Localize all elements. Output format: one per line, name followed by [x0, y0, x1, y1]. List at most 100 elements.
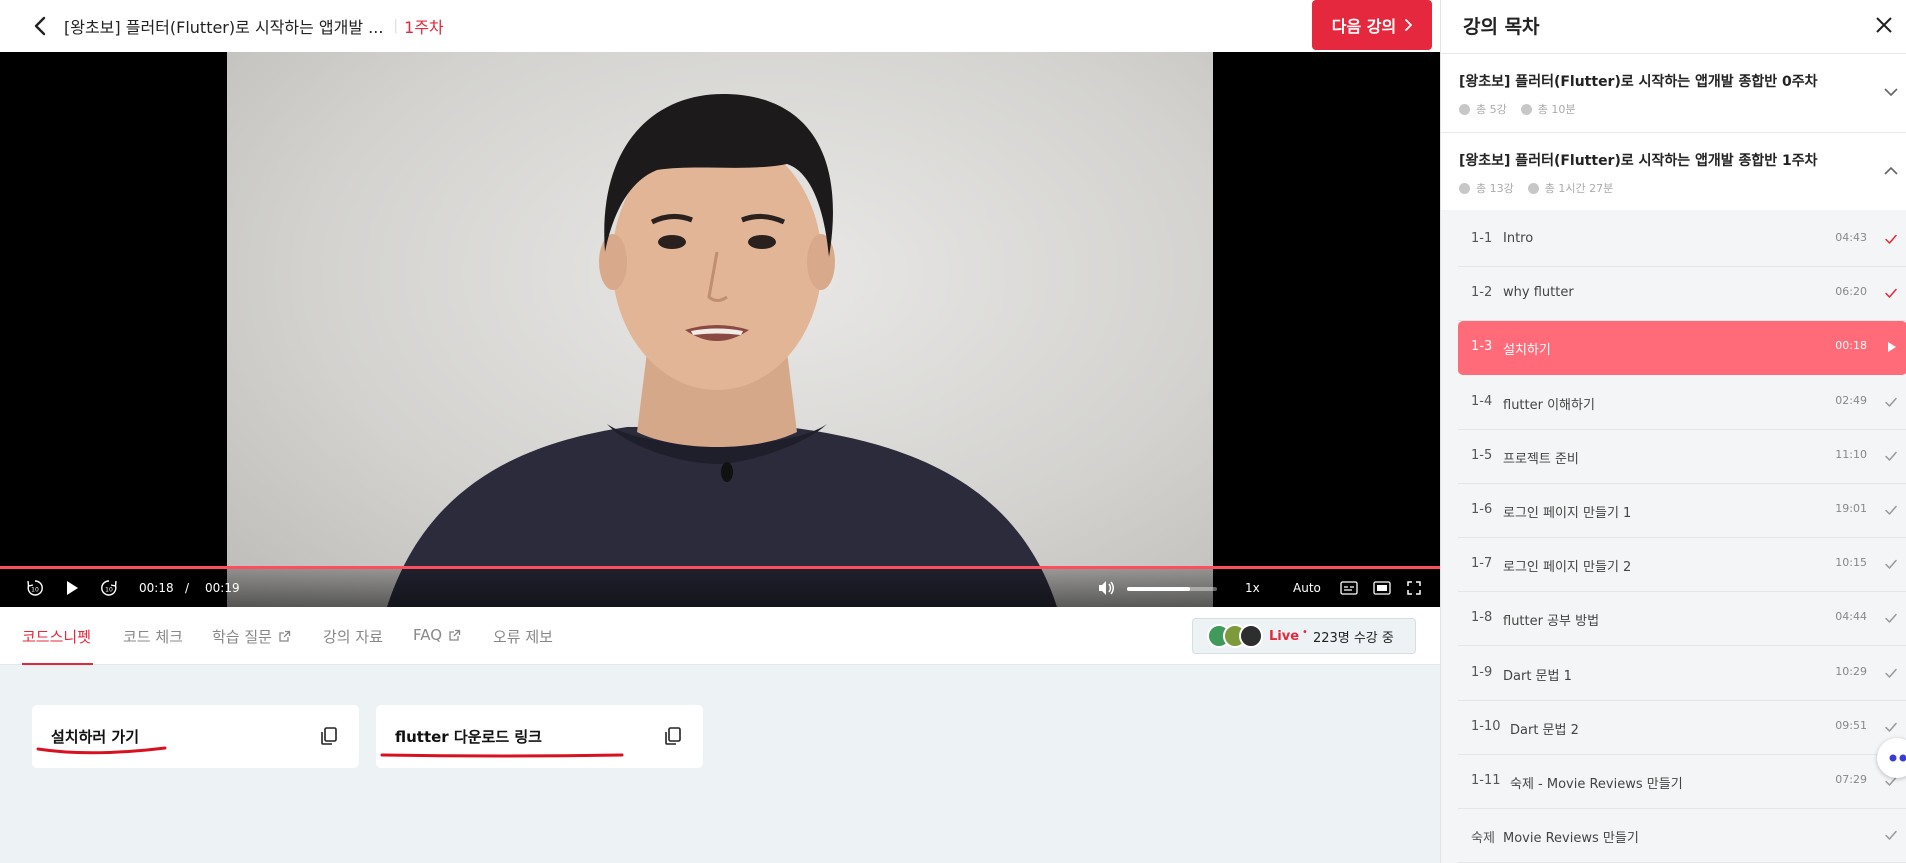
play-icon: [1888, 342, 1896, 353]
active-tab-indicator: [22, 663, 93, 665]
instructor-figure: [387, 93, 1057, 607]
playback-speed-button[interactable]: 1x: [1245, 581, 1260, 595]
lesson-row[interactable]: 1-2 why flutter 06:20: [1458, 267, 1906, 322]
current-time: 00:18: [139, 581, 174, 595]
lesson-row[interactable]: 1-11 숙제 - Movie Reviews 만들기 07:29: [1458, 755, 1906, 809]
lesson-row[interactable]: 1-10 Dart 문법 2 09:51: [1458, 701, 1906, 755]
check-icon: [1885, 722, 1897, 732]
live-dot: •: [1302, 626, 1308, 638]
lesson-number: 1-7: [1471, 556, 1493, 572]
lesson-number: 숙제: [1471, 831, 1495, 847]
volume-button[interactable]: [1093, 575, 1119, 601]
lesson-duration: 06:20: [1835, 285, 1867, 299]
lesson-number: 1-1: [1471, 231, 1493, 246]
week-title: [왕초보] 플러터(Flutter)로 시작하는 앱개발 종합반 1주차: [1459, 153, 1818, 169]
week-duration: 총 1시간 27분: [1544, 182, 1614, 195]
lesson-row[interactable]: 1-3 설치하기 00:18: [1458, 321, 1906, 376]
duration: 00:19: [205, 581, 240, 595]
rewind-10-icon: 10: [27, 580, 43, 596]
lesson-row[interactable]: 1-8 flutter 공부 방법 04:44: [1458, 592, 1906, 647]
avatar-group: [1207, 624, 1263, 648]
lesson-row[interactable]: 1-9 Dart 문법 1 10:29: [1458, 647, 1906, 701]
week-lesson-count: 총 5강: [1476, 103, 1507, 116]
week-meta: 총 13강 총 1시간 27분: [1459, 180, 1613, 196]
chat-help-button[interactable]: [1877, 738, 1906, 778]
week-1-row[interactable]: [왕초보] 플러터(Flutter)로 시작하는 앱개발 종합반 1주차 총 1…: [1441, 133, 1906, 212]
lesson-duration: 10:29: [1835, 664, 1867, 678]
video-player[interactable]: 10 10 00:18 / 00:19 1x Auto: [0, 52, 1440, 607]
video-frame: [227, 52, 1213, 607]
lesson-number: 1-10: [1471, 718, 1501, 734]
lesson-row[interactable]: 1-5 프로젝트 준비 11:10: [1458, 430, 1906, 484]
lesson-row[interactable]: 숙제 Movie Reviews 만들기: [1458, 809, 1906, 863]
week-duration: 총 10분: [1537, 103, 1576, 116]
tab-label: 강의 자료: [323, 628, 383, 646]
captions-button[interactable]: [1338, 575, 1360, 601]
lesson-row[interactable]: 1-1 Intro 04:43: [1458, 213, 1906, 267]
lesson-title: 로그인 페이지 만들기 2: [1503, 560, 1632, 576]
tab-faq[interactable]: FAQ: [413, 626, 461, 644]
lesson-row[interactable]: 1-7 로그인 페이지 만들기 2 10:15: [1458, 538, 1906, 593]
lesson-number: 1-11: [1471, 773, 1501, 788]
tab-label: 코드 체크: [123, 628, 183, 646]
avatar: [1239, 624, 1263, 648]
lesson-duration: 11:10: [1835, 447, 1867, 461]
lesson-duration: 02:49: [1835, 393, 1867, 407]
toc-header: 강의 목차: [1441, 0, 1906, 54]
week-lesson-count: 총 13강: [1476, 182, 1514, 195]
external-link-icon: [449, 629, 461, 641]
player-controls: 10 10 00:18 / 00:19 1x Auto: [0, 569, 1440, 607]
lesson-title: Dart 문법 1: [1503, 668, 1572, 684]
lecture-tabs: 코드스니펫 코드 체크 학습 질문 강의 자료 FAQ 오류 제보 Live •…: [0, 607, 1440, 665]
clock-icon: [1520, 103, 1532, 115]
captions-icon: [1340, 581, 1358, 595]
close-toc-button[interactable]: [1869, 10, 1899, 40]
lesson-duration: 09:51: [1835, 718, 1867, 732]
volume-slider[interactable]: [1127, 587, 1217, 591]
lesson-duration: 04:43: [1835, 231, 1867, 244]
lesson-number: 1-8: [1471, 610, 1493, 626]
check-icon: [1885, 614, 1897, 624]
check-icon: [1885, 559, 1897, 569]
lecture-area: [왕초보] 플러터(Flutter)로 시작하는 앱개발 ... | 1주차 다…: [0, 0, 1440, 863]
tab-code-snippet[interactable]: 코드스니펫: [22, 626, 91, 647]
live-viewers-badge: Live • 223명 수강 중: [1192, 618, 1416, 654]
tab-materials[interactable]: 강의 자료: [323, 626, 383, 647]
close-icon: [1876, 17, 1892, 33]
check-icon: [1885, 830, 1897, 840]
week-label: 1주차: [404, 18, 444, 37]
live-viewer-count: 223명 수강 중: [1312, 630, 1394, 646]
skip-back-button[interactable]: 10: [22, 575, 48, 601]
week-0-row[interactable]: [왕초보] 플러터(Flutter)로 시작하는 앱개발 종합반 0주차 총 5…: [1441, 54, 1906, 133]
fullscreen-button[interactable]: [1403, 575, 1425, 601]
clock-icon: [1527, 182, 1539, 194]
quality-button[interactable]: Auto: [1293, 581, 1321, 595]
volume-icon: [1099, 581, 1114, 595]
tab-code-check[interactable]: 코드 체크: [123, 626, 183, 647]
week-meta: 총 5강 총 10분: [1459, 101, 1575, 117]
lesson-number: 1-4: [1471, 393, 1493, 409]
tab-error-report[interactable]: 오류 제보: [493, 626, 553, 647]
next-lecture-button[interactable]: 다음 강의: [1312, 0, 1432, 50]
play-button[interactable]: [59, 575, 85, 601]
volume-slider-fill: [1127, 587, 1190, 591]
lesson-duration: 04:44: [1835, 610, 1867, 624]
lesson-number: 1-5: [1471, 447, 1493, 463]
lesson-title: Movie Reviews 만들기: [1503, 831, 1639, 847]
lesson-title: Dart 문법 2: [1510, 722, 1579, 738]
chatbot-icon: [1889, 754, 1906, 762]
lesson-row[interactable]: 1-4 flutter 이해하기 02:49: [1458, 376, 1906, 430]
skip-forward-button[interactable]: 10: [96, 575, 122, 601]
lesson-number: 1-3: [1471, 339, 1493, 355]
course-title: [왕초보] 플러터(Flutter)로 시작하는 앱개발 ...: [64, 18, 384, 37]
chevron-up-icon: [1884, 166, 1898, 175]
tab-label: FAQ: [413, 626, 443, 644]
lesson-title: flutter 이해하기: [1503, 397, 1595, 413]
chevron-left-icon: [34, 16, 46, 36]
check-icon: [1885, 397, 1897, 407]
svg-text:10: 10: [105, 587, 113, 594]
lesson-row[interactable]: 1-6 로그인 페이지 만들기 1 19:01: [1458, 484, 1906, 538]
tab-questions[interactable]: 학습 질문: [212, 626, 291, 647]
theater-mode-button[interactable]: [1371, 575, 1393, 601]
back-button[interactable]: [20, 6, 60, 46]
